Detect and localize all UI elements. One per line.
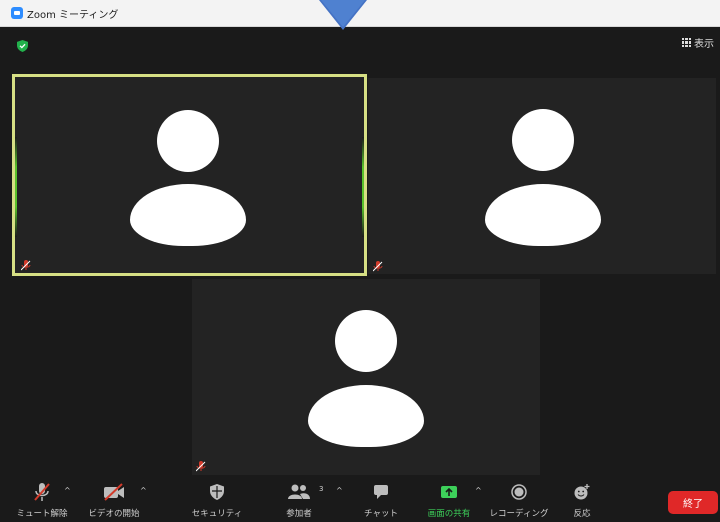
muted-mic-icon bbox=[373, 261, 383, 272]
reactions-label: 反応 bbox=[573, 509, 591, 519]
security-button[interactable]: セキュリティ bbox=[191, 478, 243, 522]
participants-options-caret[interactable]: ^ bbox=[336, 486, 343, 495]
participants-label: 参加者 bbox=[286, 509, 312, 519]
audio-options-caret[interactable]: ^ bbox=[64, 486, 71, 495]
avatar-head-icon bbox=[157, 110, 219, 172]
video-options-caret[interactable]: ^ bbox=[140, 486, 147, 495]
encryption-shield-icon[interactable] bbox=[17, 40, 28, 52]
avatar-head-icon bbox=[335, 310, 397, 372]
end-meeting-button[interactable]: 終了 bbox=[668, 491, 718, 514]
meeting-topbar: 表示 bbox=[0, 27, 720, 63]
security-label: セキュリティ bbox=[191, 509, 243, 519]
recording-button[interactable]: レコーディング bbox=[490, 478, 548, 522]
share-screen-icon bbox=[441, 486, 457, 498]
muted-mic-icon bbox=[196, 461, 206, 472]
muted-mic-icon bbox=[21, 260, 31, 271]
participants-button[interactable]: 3 参加者 bbox=[280, 478, 323, 522]
start-video-label: ビデオの開始 bbox=[88, 509, 140, 519]
window-title: Zoom ミーティング bbox=[27, 10, 119, 21]
participant-video-tile[interactable] bbox=[368, 78, 716, 274]
participants-icon bbox=[288, 484, 310, 499]
avatar-head-icon bbox=[512, 109, 574, 171]
video-camera-off-icon bbox=[104, 483, 124, 501]
grid-view-icon bbox=[682, 38, 691, 47]
meeting-toolbar: ミュート解除 ^ ビデオの開始 ^ セキュリティ 3 参加者 ^ チャット 画面… bbox=[0, 478, 720, 522]
start-video-button[interactable]: ビデオの開始 bbox=[86, 478, 142, 522]
microphone-muted-icon bbox=[34, 483, 50, 501]
pointer-triangle-inner bbox=[321, 0, 365, 27]
avatar-body-icon bbox=[485, 184, 601, 246]
recording-label: レコーディング bbox=[489, 509, 549, 519]
zoom-app-icon bbox=[11, 7, 23, 19]
record-icon bbox=[511, 484, 527, 500]
avatar-body-icon bbox=[130, 184, 246, 246]
participant-video-tile[interactable] bbox=[192, 279, 540, 475]
chat-bubble-icon bbox=[374, 485, 388, 499]
reactions-button[interactable]: 反応 bbox=[568, 478, 596, 522]
share-options-caret[interactable]: ^ bbox=[475, 486, 482, 495]
unmute-button[interactable]: ミュート解除 bbox=[16, 478, 68, 522]
share-screen-button[interactable]: 画面の共有 bbox=[424, 478, 474, 522]
participants-count: 3 bbox=[319, 485, 324, 493]
chat-label: チャット bbox=[364, 509, 398, 519]
chat-button[interactable]: チャット bbox=[362, 478, 400, 522]
speaking-indicator bbox=[362, 137, 364, 237]
security-shield-icon bbox=[210, 484, 224, 500]
unmute-label: ミュート解除 bbox=[16, 509, 68, 519]
speaking-indicator bbox=[15, 137, 17, 237]
view-button[interactable]: 表示 bbox=[682, 35, 714, 50]
avatar-body-icon bbox=[308, 385, 424, 447]
view-label: 表示 bbox=[694, 39, 714, 50]
reaction-smiley-icon bbox=[574, 484, 590, 500]
participant-video-tile[interactable] bbox=[12, 74, 367, 276]
share-screen-label: 画面の共有 bbox=[427, 509, 471, 519]
